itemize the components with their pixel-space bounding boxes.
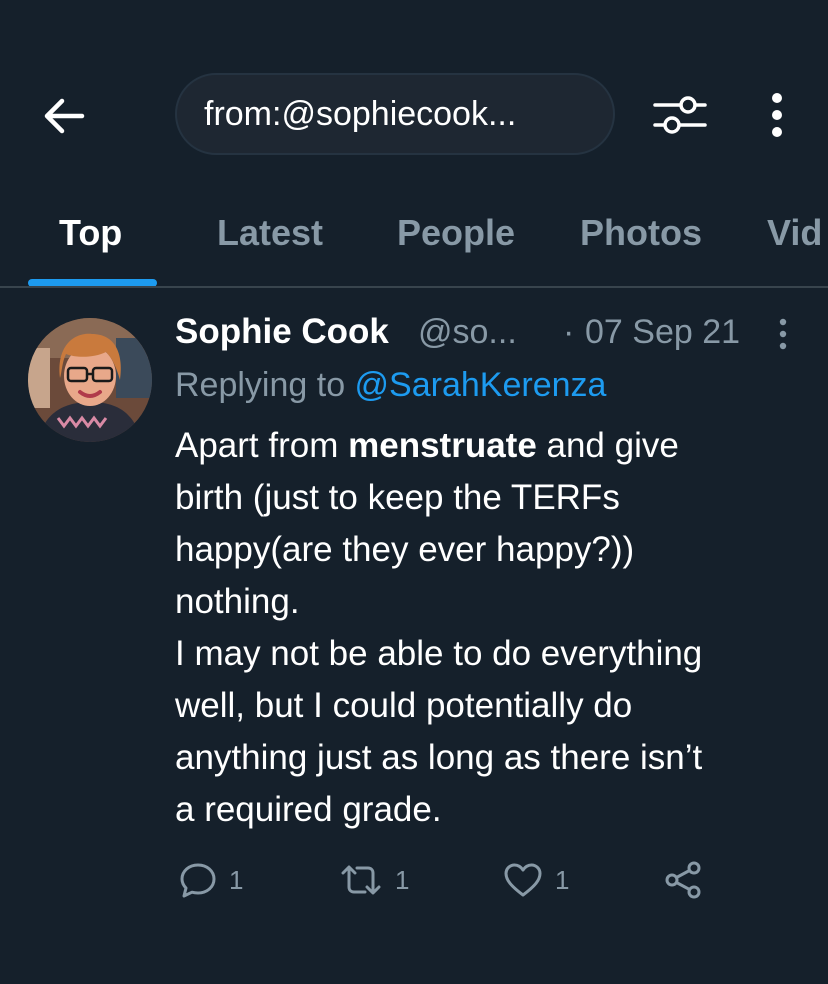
- tweet-text-line: well, but I could potentially do: [175, 686, 633, 725]
- search-tabs: Top Latest People Photos Vid: [0, 190, 828, 288]
- date-separator: ·: [563, 313, 575, 351]
- user-handle[interactable]: @so...: [418, 313, 517, 352]
- heart-icon: [504, 863, 542, 897]
- tweet-menu-button[interactable]: [773, 316, 793, 352]
- retweet-count: 1: [395, 864, 410, 895]
- tab-videos[interactable]: Vid: [767, 212, 822, 254]
- tweet-text: Apart from menstruate and give birth (ju…: [175, 420, 805, 836]
- speech-bubble-icon: [180, 863, 216, 898]
- tab-photos[interactable]: Photos: [580, 212, 702, 254]
- sliders-icon: [653, 96, 707, 134]
- tweet-text-line: anything just as long as there isn’t: [175, 738, 703, 777]
- like-button[interactable]: 1: [503, 858, 569, 902]
- tweet-text-line: Apart from menstruate and give: [175, 426, 679, 465]
- tab-people[interactable]: People: [397, 212, 515, 254]
- display-name[interactable]: Sophie Cook: [175, 312, 389, 352]
- like-count: 1: [555, 864, 570, 895]
- vertical-ellipsis-icon: [772, 93, 782, 137]
- arrow-left-icon: [44, 98, 85, 134]
- vertical-ellipsis-icon: [779, 318, 787, 350]
- back-button[interactable]: [40, 92, 88, 140]
- tweet-text-line: happy(are they ever happy?)): [175, 530, 635, 569]
- tweet-text-line: nothing.: [175, 582, 300, 621]
- tweet-text-line: birth (just to keep the TERFs: [175, 478, 620, 517]
- tweet-text-line: I may not be able to do everything: [175, 634, 703, 673]
- tab-latest[interactable]: Latest: [217, 212, 323, 254]
- tweet-date[interactable]: 07 Sep 21: [585, 313, 740, 352]
- top-bar: from:@sophiecook...: [0, 0, 828, 190]
- share-button[interactable]: [663, 858, 703, 902]
- reply-button[interactable]: 1: [179, 858, 243, 902]
- bold-word: menstruate: [348, 426, 537, 465]
- active-tab-indicator: [28, 279, 157, 286]
- avatar[interactable]: [28, 318, 152, 442]
- tweet-text-line: a required grade.: [175, 790, 442, 829]
- replying-prefix: Replying to: [175, 366, 355, 404]
- tweet-actions: 1 1 1: [175, 858, 795, 902]
- tweet-header: Sophie Cook @so... · 07 Sep 21: [175, 310, 805, 354]
- search-input[interactable]: from:@sophiecook...: [175, 73, 615, 155]
- reply-count: 1: [229, 864, 244, 895]
- more-options-button[interactable]: [762, 92, 792, 138]
- retweet-icon: [341, 865, 381, 895]
- tweet[interactable]: Sophie Cook @so... · 07 Sep 21 Replying …: [0, 290, 828, 984]
- share-icon: [665, 861, 701, 899]
- retweet-button[interactable]: 1: [339, 858, 409, 902]
- replying-to-link[interactable]: @SarahKerenza: [355, 366, 607, 404]
- tab-top[interactable]: Top: [59, 212, 122, 254]
- search-query: from:@sophiecook...: [204, 94, 517, 133]
- search-filters-button[interactable]: [652, 94, 708, 136]
- replying-to: Replying to @SarahKerenza: [175, 366, 606, 405]
